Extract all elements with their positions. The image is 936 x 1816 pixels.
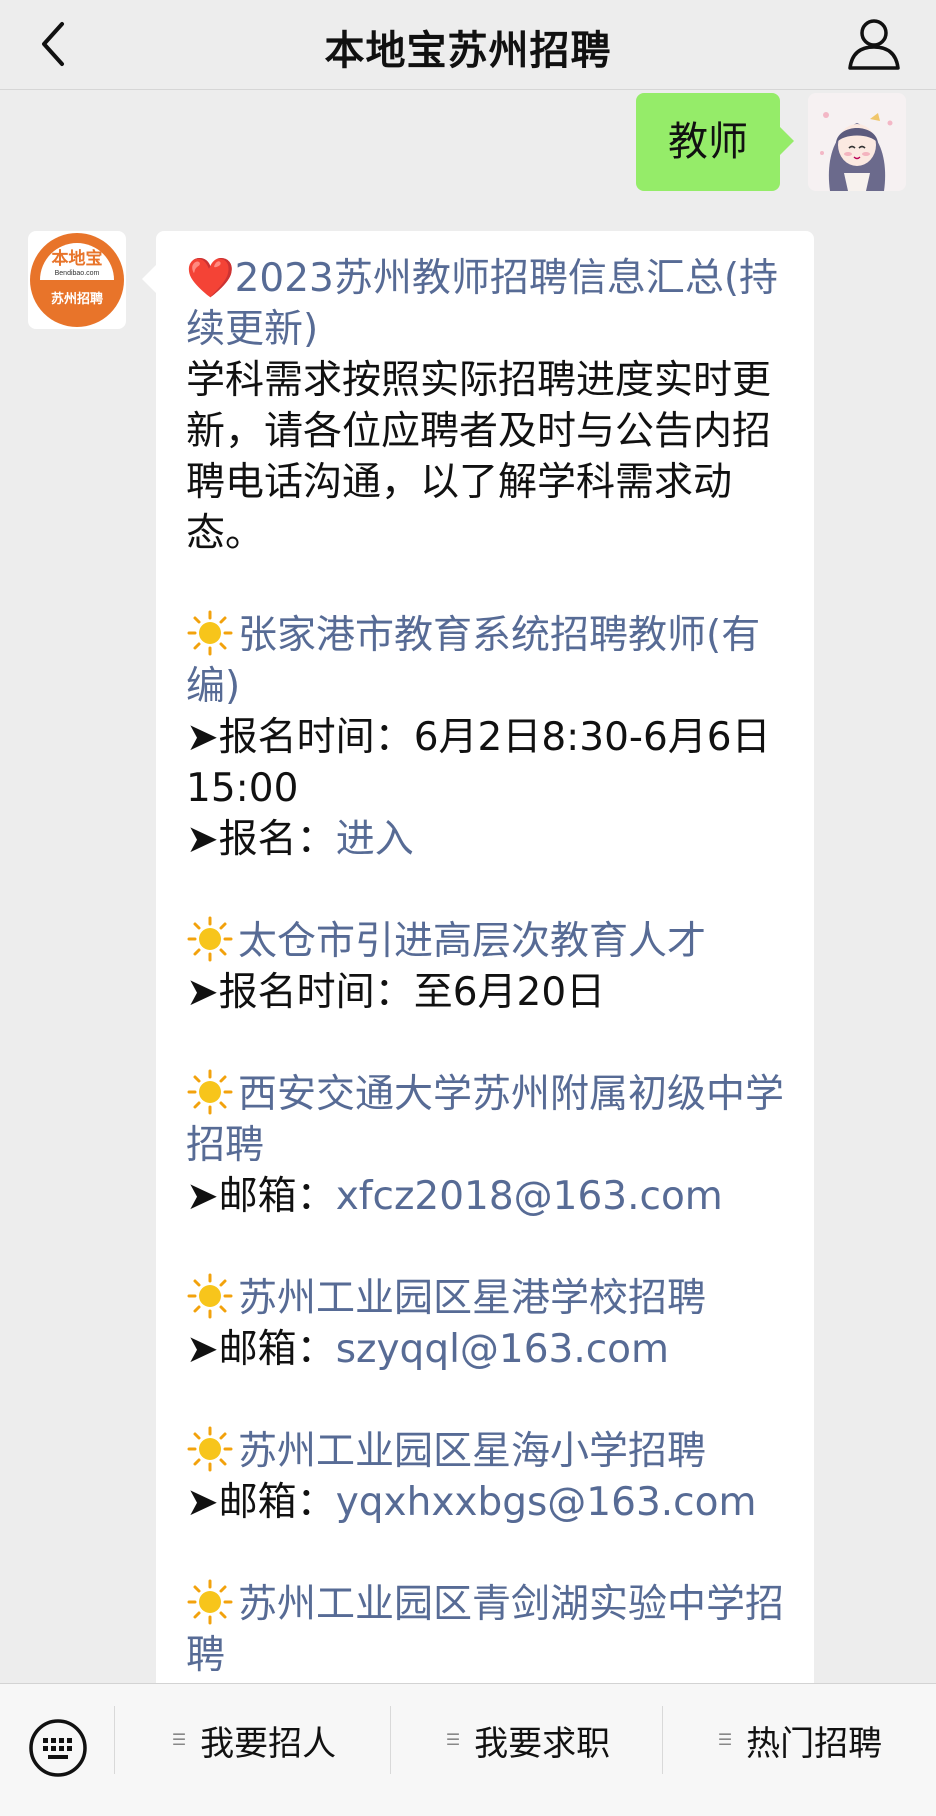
section-title[interactable]: 苏州工业园区青剑湖实验中学招聘 (186, 1579, 784, 1681)
section-detail-line: ➤报名：进入 (186, 814, 784, 865)
logo-brand-text: 本地宝 (52, 248, 103, 268)
bot-avatar[interactable]: 本地宝 Bendibao.com 苏州招聘 (28, 231, 126, 329)
section-detail-line: ➤邮箱：xfcz2018@163.com (186, 1171, 784, 1222)
section-title[interactable]: 张家港市教育系统招聘教师(有编) (186, 610, 784, 712)
menu-item-hot-jobs[interactable]: ☰ 热门招聘 (664, 1684, 936, 1796)
menu-lines-icon: ☰ (171, 1730, 187, 1749)
section-title[interactable]: 西安交通大学苏州附属初级中学招聘 (186, 1069, 784, 1171)
detail-link[interactable]: xfcz2018@163.com (336, 1174, 723, 1219)
menu-item-label: 热门招聘 (746, 1723, 883, 1764)
menu-divider (662, 1706, 663, 1774)
menu-item-hire[interactable]: ☰ 我要招人 (118, 1684, 390, 1796)
user-message-bubble[interactable]: 教师 (636, 93, 794, 191)
detail-label: ➤邮箱： (186, 1174, 336, 1219)
menu-item-label: 我要招人 (200, 1723, 337, 1764)
section-title[interactable]: 苏州工业园区星港学校招聘 (186, 1273, 784, 1324)
menu-lines-icon: ☰ (717, 1730, 733, 1749)
section-title-link[interactable]: 苏州工业园区星港学校招聘 (238, 1276, 706, 1321)
section-list: 张家港市教育系统招聘教师(有编) ➤报名时间：6月2日8:30-6月6日15:00… (186, 559, 784, 1683)
sun-icon (187, 1579, 233, 1625)
detail-label: ➤邮箱： (186, 1480, 336, 1525)
sun-icon (187, 916, 233, 962)
section-title-link[interactable]: 太仓市引进高层次教育人才 (238, 919, 706, 964)
anime-girl-avatar-icon (808, 93, 906, 191)
user-avatar[interactable] (808, 93, 906, 191)
menu-divider (114, 1706, 115, 1774)
sun-icon (187, 1069, 233, 1115)
sun-icon (187, 610, 233, 656)
heart-emoji-icon: ❤️ (186, 256, 235, 301)
bottom-menu-bar: ☰ 我要招人 ☰ 我要求职 ☰ 热门招聘 (0, 1683, 936, 1816)
detail-link[interactable]: 进入 (336, 817, 414, 862)
section-detail-line: ➤报名时间：6月2日8:30-6月6日15:00 (186, 712, 784, 814)
keyboard-icon[interactable] (28, 1718, 88, 1778)
sun-icon (187, 1426, 233, 1472)
section-detail-line: ➤报名时间：至6月20日 (186, 967, 784, 1018)
sun-icon (187, 1273, 233, 1319)
section-detail-line: ➤邮箱：szyqql@163.com (186, 1324, 784, 1375)
top-nav-bar: 本地宝苏州招聘 (0, 0, 936, 90)
menu-item-job-seek[interactable]: ☰ 我要求职 (392, 1684, 664, 1796)
menu-lines-icon: ☰ (445, 1730, 461, 1749)
detail-label: ➤邮箱： (186, 1327, 336, 1372)
chat-area[interactable]: 教师 本地宝 Bendibao.com 苏州招聘 ❤️2023苏州教师招聘信息汇… (0, 91, 936, 1683)
detail-link[interactable]: yqxhxxbgs@163.com (336, 1480, 757, 1525)
section-detail-line: ➤邮箱：yqxhxxbgs@163.com (186, 1477, 784, 1528)
page-title: 本地宝苏州招聘 (324, 28, 612, 74)
section-title-link[interactable]: 苏州工业园区青剑湖实验中学招聘 (186, 1582, 784, 1678)
menu-divider (390, 1706, 391, 1774)
headline-link[interactable]: 2023苏州教师招聘信息汇总(持续更新) (186, 256, 778, 352)
intro-text: 学科需求按照实际招聘进度实时更新，请各位应聘者及时与公告内招聘电话沟通，以了解学… (186, 358, 772, 556)
detail-label: ➤报名： (186, 817, 336, 862)
profile-person-icon[interactable] (842, 12, 906, 76)
detail-label: ➤报名时间： (186, 970, 414, 1015)
detail-link[interactable]: szyqql@163.com (336, 1327, 669, 1372)
logo-sub-text: 苏州招聘 (51, 291, 103, 306)
detail-value: 至6月20日 (413, 970, 606, 1015)
section-title[interactable]: 苏州工业园区星海小学招聘 (186, 1426, 784, 1477)
section-title[interactable]: 太仓市引进高层次教育人才 (186, 916, 784, 967)
logo-domain-text: Bendibao.com (55, 270, 100, 277)
section-title-link[interactable]: 苏州工业园区星海小学招聘 (238, 1429, 706, 1474)
headline[interactable]: ❤️2023苏州教师招聘信息汇总(持续更新) (186, 253, 784, 355)
bot-message-bubble[interactable]: ❤️2023苏州教师招聘信息汇总(持续更新) 学科需求按照实际招聘进度实时更新，… (142, 231, 814, 1683)
section-title-link[interactable]: 张家港市教育系统招聘教师(有编) (186, 613, 760, 709)
detail-label: ➤报名时间： (186, 715, 414, 760)
bendibao-logo-icon: 本地宝 Bendibao.com 苏州招聘 (30, 233, 124, 327)
section-title-link[interactable]: 西安交通大学苏州附属初级中学招聘 (186, 1072, 784, 1168)
menu-item-label: 我要求职 (474, 1723, 611, 1764)
